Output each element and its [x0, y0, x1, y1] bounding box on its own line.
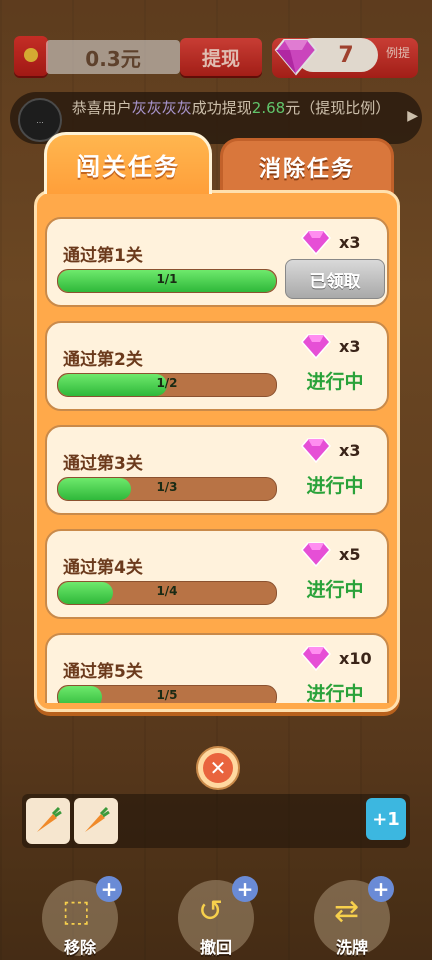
progress-bar: 1/3	[57, 477, 277, 501]
gem-icon	[301, 542, 331, 567]
gem-icon	[301, 438, 331, 463]
task-name: 通过第2关	[63, 350, 143, 370]
tile-tray: +1	[22, 794, 410, 848]
task-card: 通过第4关 1/4 x5 进行中	[45, 529, 389, 619]
task-card: 通过第2关 1/2 x3 进行中	[45, 321, 389, 411]
shuffle-icon: ⇄	[334, 894, 360, 929]
task-card: 通过第1关 1/1 x3 已领取	[45, 217, 389, 307]
gem-icon	[301, 334, 331, 359]
close-button[interactable]: ✕	[196, 746, 240, 790]
tab-level-tasks[interactable]: 闯关任务	[44, 132, 212, 194]
gem-icon	[301, 646, 331, 671]
carrot-icon	[37, 806, 62, 832]
progress-text: 1/4	[156, 584, 178, 598]
reward-count: x10	[339, 649, 372, 668]
plus-icon: +	[96, 876, 122, 902]
plus-icon: +	[368, 876, 394, 902]
progress-text: 1/2	[156, 376, 178, 390]
in-progress-status: 进行中	[306, 475, 364, 497]
in-progress-status: 进行中	[306, 371, 364, 393]
progress-text: 1/5	[156, 688, 178, 702]
task-card: 通过第5关 1/5 x10 进行中	[45, 633, 389, 703]
task-name: 通过第5关	[63, 662, 143, 682]
close-icon: ✕	[203, 753, 233, 783]
undo-button[interactable]: ↺ + 撤回	[178, 876, 258, 957]
add-slot-button[interactable]: +1	[366, 798, 406, 840]
task-card: 通过第3关 1/3 x3 进行中	[45, 425, 389, 515]
gem-icon	[301, 230, 331, 255]
reward-count: x3	[339, 337, 361, 356]
tab-clear-tasks[interactable]: 消除任务	[220, 138, 394, 193]
plus-icon: +	[232, 876, 258, 902]
task-panel: 通过第1关 1/1 x3 已领取 通过第2关 1/2 x3 进行中 通过第3关 …	[34, 190, 400, 712]
reward-count: x5	[339, 545, 361, 564]
reward-count: x3	[339, 233, 361, 252]
task-name: 通过第3关	[63, 454, 143, 474]
carrot-tile	[26, 798, 70, 844]
progress-text: 1/1	[156, 272, 178, 286]
progress-text: 1/3	[156, 480, 178, 494]
progress-bar: 1/2	[57, 373, 277, 397]
claimed-button[interactable]: 已领取	[285, 259, 385, 299]
task-name: 通过第4关	[63, 558, 143, 578]
task-list[interactable]: 通过第1关 1/1 x3 已领取 通过第2关 1/2 x3 进行中 通过第3关 …	[45, 217, 389, 703]
in-progress-status: 进行中	[306, 683, 364, 703]
reward-count: x3	[339, 441, 361, 460]
tool-label: 移除	[63, 938, 96, 957]
tool-label: 洗牌	[335, 938, 368, 957]
in-progress-status: 进行中	[306, 579, 364, 601]
shuffle-button[interactable]: ⇄ + 洗牌	[314, 876, 394, 957]
remove-icon: ⬚	[62, 894, 91, 929]
carrot-icon	[85, 806, 110, 832]
task-name: 通过第1关	[63, 246, 143, 266]
progress-bar: 1/4	[57, 581, 277, 605]
progress-bar: 1/5	[57, 685, 277, 703]
carrot-tile	[74, 798, 118, 844]
tool-label: 撤回	[199, 938, 232, 957]
undo-icon: ↺	[198, 894, 224, 929]
progress-bar: 1/1	[57, 269, 277, 293]
remove-button[interactable]: ⬚ + 移除	[42, 876, 122, 957]
